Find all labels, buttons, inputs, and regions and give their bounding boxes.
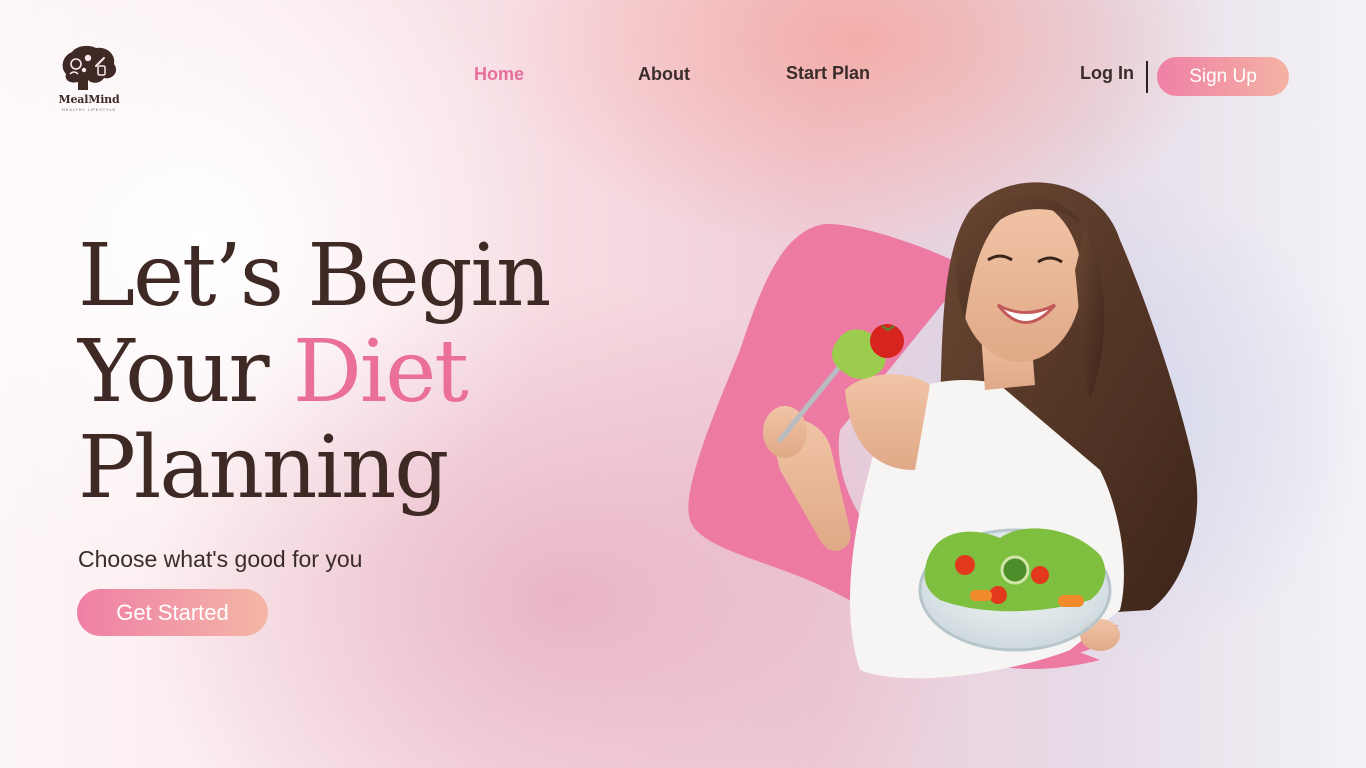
hero-title-diet: Diet <box>292 322 469 422</box>
brand-tagline: HEALTHY LIFESTYLE <box>62 107 116 112</box>
hero-title-line-2: Your Diet <box>78 324 549 420</box>
nav-divider <box>1146 61 1148 93</box>
hero-title-your: Your <box>78 322 293 422</box>
get-started-button[interactable]: Get Started <box>77 589 268 636</box>
hero-title-line-3: Planning <box>78 418 449 518</box>
brand-name: MealMind <box>58 93 120 106</box>
nav-about-link[interactable]: About <box>638 64 690 85</box>
shoulder <box>845 374 930 470</box>
nav-start-plan-link[interactable]: Start Plan <box>786 63 870 84</box>
login-link[interactable]: Log In <box>1080 63 1134 84</box>
hero-image <box>688 182 1198 679</box>
brand-logo[interactable]: MealMind HEALTHY LIFESTYLE <box>56 44 122 112</box>
head-with-food-icon <box>62 45 117 90</box>
hero-title-line-1: Let’s Begin <box>78 226 551 326</box>
hero-subtitle: Choose what's good for you <box>78 546 363 572</box>
signup-button[interactable]: Sign Up <box>1157 57 1289 96</box>
nav-home-link[interactable]: Home <box>474 64 524 85</box>
hero-title: Let’s Begin Your Diet Planning <box>78 226 551 518</box>
